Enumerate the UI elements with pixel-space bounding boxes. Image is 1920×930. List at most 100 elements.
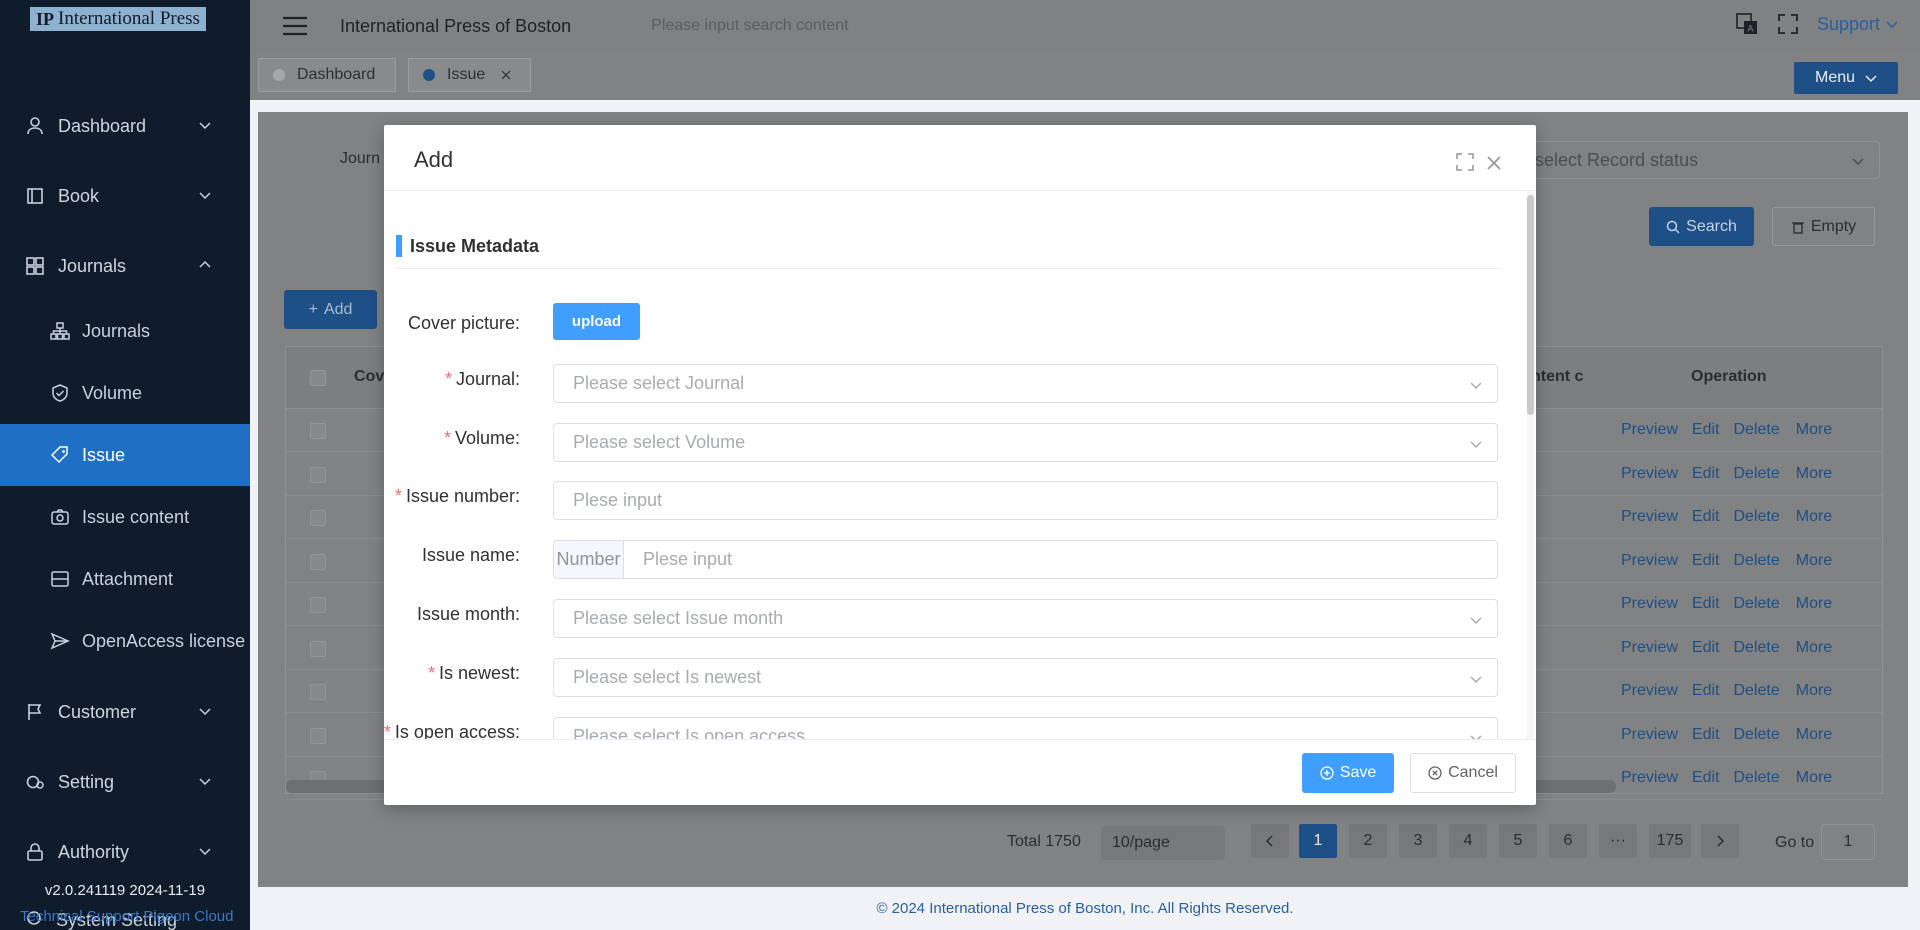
cog-icon [24,771,46,793]
journal-select[interactable]: Please select Journal [553,364,1498,403]
row-preview-link[interactable]: Preview [1621,508,1678,526]
record-status-select[interactable]: se select Record status [1500,141,1880,179]
sidebar: IP International Press Dashboard Book Jo… [0,0,250,930]
row-edit-link[interactable]: Edit [1692,682,1720,700]
row-checkbox[interactable] [310,423,326,439]
save-button[interactable]: Save [1302,753,1394,793]
row-checkbox[interactable] [310,684,326,700]
volume-select[interactable]: Please select Volume [553,423,1498,462]
row-preview-link[interactable]: Preview [1621,682,1678,700]
is-open-access-select[interactable]: Please select Is open access [553,717,1498,739]
row-preview-link[interactable]: Preview [1621,639,1678,657]
sidebar-item-journals-list[interactable]: Journals [0,300,250,362]
page-6[interactable]: 6 [1549,824,1587,858]
fullscreen-icon[interactable] [1777,13,1799,35]
is-newest-select[interactable]: Please select Is newest [553,658,1498,697]
row-delete-link[interactable]: Delete [1733,465,1779,483]
upload-button[interactable]: upload [553,303,640,340]
row-edit-link[interactable]: Edit [1692,421,1720,439]
row-preview-link[interactable]: Preview [1621,769,1678,787]
row-checkbox[interactable] [310,510,326,526]
sidebar-item-customer[interactable]: Customer [0,682,250,742]
row-edit-link[interactable]: Edit [1692,726,1720,744]
search-input[interactable]: Please input search content [651,17,848,35]
sidebar-item-authority[interactable]: Authority [0,822,250,882]
sidebar-item-dashboard[interactable]: Dashboard [0,96,250,156]
page-3[interactable]: 3 [1399,824,1437,858]
issue-number-input[interactable]: Plese input [553,481,1498,520]
row-preview-link[interactable]: Preview [1621,552,1678,570]
select-all-checkbox[interactable] [310,370,326,386]
sidebar-item-book[interactable]: Book [0,166,250,226]
row-delete-link[interactable]: Delete [1733,639,1779,657]
row-checkbox[interactable] [310,466,326,483]
maximize-icon[interactable] [1456,153,1474,171]
row-checkbox[interactable] [310,640,326,657]
page-4[interactable]: 4 [1449,824,1487,858]
sidebar-item-setting[interactable]: Setting [0,752,250,812]
row-delete-link[interactable]: Delete [1733,595,1779,613]
cancel-button[interactable]: Cancel [1410,753,1516,793]
row-more-link[interactable]: More [1796,552,1832,570]
sidebar-item-issue[interactable]: Issue [0,424,250,486]
row-delete-link[interactable]: Delete [1733,421,1779,439]
row-edit-link[interactable]: Edit [1692,769,1720,787]
sidebar-item-journals[interactable]: Journals [0,236,250,296]
sidebar-item-issue-content[interactable]: Issue content [0,486,250,548]
row-checkbox[interactable] [310,597,326,613]
tab-issue[interactable]: Issue [408,58,531,92]
row-more-link[interactable]: More [1796,769,1832,787]
close-icon[interactable] [1486,155,1502,171]
row-delete-link[interactable]: Delete [1733,769,1779,787]
page-1[interactable]: 1 [1299,824,1337,858]
row-preview-link[interactable]: Preview [1621,465,1678,483]
translate-icon[interactable]: A [1735,12,1759,36]
dialog-scrollbar[interactable] [1527,191,1534,739]
hamburger-icon[interactable] [282,15,308,37]
tab-dashboard[interactable]: Dashboard [258,58,396,92]
row-more-link[interactable]: More [1796,465,1832,483]
add-button[interactable]: + Add [284,290,377,329]
row-edit-link[interactable]: Edit [1692,595,1720,613]
issue-name-input[interactable]: Number Plese input [553,540,1498,579]
row-more-link[interactable]: More [1796,682,1832,700]
sidebar-item-openaccess[interactable]: OpenAccess license [0,610,250,672]
row-more-link[interactable]: More [1796,421,1832,439]
row-more-link[interactable]: More [1796,726,1832,744]
row-preview-link[interactable]: Preview [1621,726,1678,744]
page-175[interactable]: 175 [1649,824,1691,858]
row-edit-link[interactable]: Edit [1692,639,1720,657]
next-page-button[interactable] [1701,824,1739,858]
row-checkbox[interactable] [310,727,326,744]
row-delete-link[interactable]: Delete [1733,508,1779,526]
row-checkbox[interactable] [310,553,326,570]
logo[interactable]: IP International Press [30,7,206,31]
support-dropdown[interactable]: Support [1817,14,1898,35]
row-preview-link[interactable]: Preview [1621,595,1678,613]
row-edit-link[interactable]: Edit [1692,465,1720,483]
row-delete-link[interactable]: Delete [1733,552,1779,570]
row-edit-link[interactable]: Edit [1692,552,1720,570]
row-more-link[interactable]: More [1796,639,1832,657]
page-size-select[interactable]: 10/page [1101,826,1225,860]
goto-input[interactable]: 1 [1821,824,1875,860]
page-2[interactable]: 2 [1349,824,1387,858]
empty-button[interactable]: Empty [1772,207,1875,246]
search-button[interactable]: Search [1649,207,1754,246]
sidebar-item-volume[interactable]: Volume [0,362,250,424]
prev-page-button[interactable] [1251,824,1289,858]
menu-button[interactable]: Menu [1794,62,1898,94]
row-more-link[interactable]: More [1796,508,1832,526]
row-more-link[interactable]: More [1796,595,1832,613]
sidebar-item-attachment[interactable]: Attachment [0,548,250,610]
page-5[interactable]: 5 [1499,824,1537,858]
scrollbar-thumb[interactable] [1527,195,1534,415]
row-delete-link[interactable]: Delete [1733,726,1779,744]
row-preview-link[interactable]: Preview [1621,421,1678,439]
row-edit-link[interactable]: Edit [1692,508,1720,526]
page-ellipsis[interactable]: ··· [1599,824,1637,858]
row-delete-link[interactable]: Delete [1733,682,1779,700]
issue-month-select[interactable]: Please select Issue month [553,599,1498,638]
close-icon[interactable] [501,70,511,80]
tech-support-link[interactable]: Technical Support Pigeon Cloud [20,908,233,925]
